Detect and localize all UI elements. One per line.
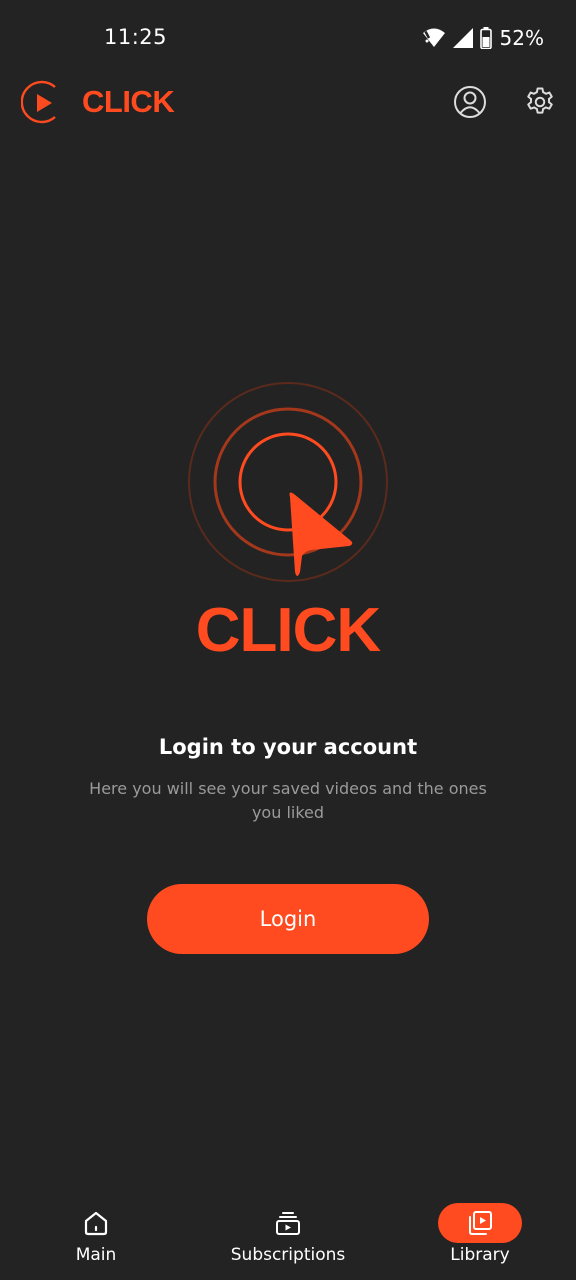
library-icon — [469, 1211, 492, 1235]
login-subtitle: Here you will see your saved videos and … — [89, 779, 487, 822]
click-logo-icon — [21, 80, 56, 124]
subscriptions-icon — [276, 1212, 300, 1235]
nav-label-subscriptions: Subscriptions — [230, 1245, 346, 1265]
hero-click-logo-icon — [188, 382, 388, 582]
wifi-icon — [422, 27, 446, 49]
profile-button[interactable] — [450, 82, 490, 122]
home-icon — [84, 1211, 108, 1236]
brand-name: CLICK — [82, 84, 175, 119]
profile-icon — [454, 86, 486, 118]
login-title: Login to your account — [158, 735, 418, 759]
nav-label-library: Library — [450, 1245, 510, 1265]
nav-icon-container — [246, 1203, 330, 1243]
status-icons: 52% — [422, 26, 544, 50]
status-bar: 11:25 52% — [0, 0, 576, 78]
battery-percentage: 52% — [499, 26, 544, 50]
nav-icon-container-active — [438, 1203, 522, 1243]
nav-item-main[interactable]: Main — [0, 1192, 192, 1280]
hero-wordmark: CLICK — [195, 596, 381, 665]
status-time: 11:25 — [104, 25, 168, 49]
nav-item-subscriptions[interactable]: Subscriptions — [192, 1192, 384, 1280]
nav-icon-container — [54, 1203, 138, 1243]
battery-icon — [479, 27, 492, 49]
settings-button[interactable] — [520, 82, 560, 122]
signal-icon — [452, 27, 474, 49]
bottom-navigation: Main Subscriptions Library — [0, 1192, 576, 1280]
app-header: CLICK — [0, 78, 576, 126]
login-button[interactable]: Login — [147, 884, 429, 954]
brand[interactable]: CLICK — [21, 78, 175, 126]
nav-item-library[interactable]: Library — [384, 1192, 576, 1280]
nav-label-main: Main — [75, 1245, 117, 1265]
settings-gear-icon — [527, 87, 553, 114]
